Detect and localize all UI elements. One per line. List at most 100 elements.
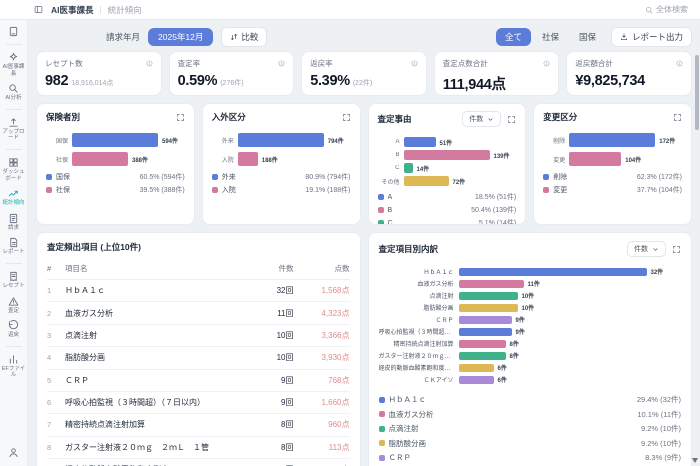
global-search[interactable]: 全体検索 [645,4,688,15]
unit-selector-value: 件数 [469,114,483,124]
bar [238,152,258,166]
legend-row[interactable]: ＨｂＡ１ｃ29.4% (32件) [379,394,682,405]
unit-selector[interactable]: 件数 [462,111,501,127]
table-row[interactable]: 7精密持続点滴注射加算8回960点 [47,414,350,436]
app-logo-icon[interactable] [8,26,19,37]
legend-row[interactable]: 脂肪酸分画9.2% (10件) [379,438,682,449]
legend-swatch [379,426,385,432]
dashboard-icon [8,157,19,168]
tab-国保[interactable]: 国保 [570,28,605,46]
user-account-icon[interactable] [8,447,19,458]
item-count: 9回 [250,369,294,391]
tab-全て[interactable]: 全て [496,28,531,46]
sparkle-icon [8,52,19,63]
month-select-button[interactable]: 2025年12月 [148,28,213,46]
legend-row[interactable]: A18.5% (51件) [378,192,517,202]
table-row[interactable]: 1ＨｂＡ１ｃ32回1,568点 [47,280,350,302]
table-row[interactable]: 2血液ガス分析11回4,323点 [47,302,350,324]
kpi-value: 5.39% [310,73,350,89]
unit-selector[interactable]: 件数 [627,241,666,257]
table-header-row: #項目名件数点数 [47,260,350,280]
legend-value: 19.1% (188件) [301,185,350,195]
expand-icon [673,113,682,122]
kpi-card-1: 査定率0.59%(276件) [169,51,295,96]
sidebar-toggle-icon[interactable] [34,5,43,14]
filter-bar: 請求年月 2025年12月 比較 全て社保国保 レポート出力 [36,25,692,49]
chart-card-3: 変更区分削除172件変更104件削除62.3% (172件)変更37.7% (1… [533,103,692,225]
legend-label: ＨｂＡ１ｃ [389,394,427,405]
sidebar-item-stats-trend[interactable]: 統計傾向 [0,185,27,210]
legend-label: ＣＲＰ [389,452,412,463]
chart-title: 査定事由 [378,113,412,125]
legend-row[interactable]: 国保60.5% (594件) [46,172,185,182]
item-name: 脂肪酸分画 [65,347,250,369]
search-icon [645,6,653,14]
sidebar-item-ai-analysis[interactable]: AI分析 [0,80,27,105]
table-row[interactable]: 9経皮的動脈血酸素飽和度測定6回1,925点 [47,459,350,466]
legend-row[interactable]: 社保39.5% (388件) [46,185,185,195]
sidebar-item-ai-assistant[interactable]: AI医事課長 [0,49,27,80]
sidebar-item-receipt[interactable]: レセプト [0,268,27,293]
legend-swatch [212,174,218,180]
chart-title: 査定項目別内訳 [379,243,439,255]
bar-row: 点滴注射10件 [379,290,682,301]
legend-row[interactable]: 削除62.3% (172件) [543,172,682,182]
kpi-value: 111,944点 [443,73,506,94]
bar-axis-label: ＣＫアイソ [379,375,459,384]
sidebar-item-upload[interactable]: アップロード [0,114,27,145]
chart-row: 保険者別国保594件社保388件国保60.5% (594件)社保39.5% (3… [36,103,692,225]
row-rank: 7 [47,414,65,436]
report-export-button[interactable]: レポート出力 [611,27,692,47]
bar-row: 社保388件 [46,152,185,166]
bar-axis-label: 呼吸心拍監視（３時間超）（７日以内） [379,327,459,336]
sidebar-item-billing[interactable]: 請求 [0,210,27,235]
bar [72,133,158,147]
receipt-icon [8,271,19,282]
legend-row[interactable]: ＣＲＰ8.3% (9件) [379,452,682,463]
sidebar-item-dashboard[interactable]: ダッシュボード [0,154,27,185]
info-icon[interactable] [543,60,550,67]
legend-swatch [379,455,385,461]
compare-button[interactable]: 比較 [221,27,267,47]
legend-row[interactable]: 点滴注射9.2% (10件) [379,423,682,434]
report-icon [8,237,19,248]
table-row[interactable]: 3点滴注射10回3,366点 [47,324,350,346]
scrollbar-thumb[interactable] [695,55,699,130]
tab-社保[interactable]: 社保 [533,28,568,46]
scrollbar-down-arrow[interactable] [692,458,698,463]
table-body: 1ＨｂＡ１ｃ32回1,568点2血液ガス分析11回4,323点3点滴注射10回3… [47,280,350,466]
kpi-header: 返戻額合計 [575,58,683,69]
info-icon[interactable] [278,60,285,67]
expand-icon [342,113,351,122]
chart-title: 入外区分 [212,111,246,123]
legend-row[interactable]: 変更37.7% (104件) [543,185,682,195]
card-header: 査定事由 件数 [378,111,517,127]
bar-axis-label: 入院 [212,155,238,164]
legend-row[interactable]: 外来80.9% (794件) [212,172,351,182]
sidebar-item-ef-file[interactable]: EFファイル [0,351,27,382]
legend-row[interactable]: B50.4% (139件) [378,205,517,215]
legend-row[interactable]: C5.1% (14件) [378,218,517,225]
file-chart-icon [8,354,19,365]
table-row[interactable]: 5ＣＲＰ9回768点 [47,369,350,391]
table-row[interactable]: 4脂肪酸分画10回3,930点 [47,347,350,369]
info-icon[interactable] [676,60,683,67]
bar-row: その他72件 [378,176,517,186]
kpi-header: 査定点数合計 [443,58,551,69]
table-row[interactable]: 6呼吸心拍監視（３時間超）（７日以内）9回1,660点 [47,391,350,413]
sidebar-item-return[interactable]: 返戻 [0,317,27,342]
legend-row[interactable]: 血液ガス分析10.1% (11件) [379,409,682,420]
row-rank: 3 [47,324,65,346]
info-icon[interactable] [146,60,153,67]
legend-label: 血液ガス分析 [389,409,434,420]
sidebar-divider [6,44,22,45]
breakdown-legend: ＨｂＡ１ｃ29.4% (32件) 血液ガス分析10.1% (11件) 点滴注射9.2… [379,394,682,466]
table-row[interactable]: 8ガスター注射液２０ｍｇ ２ｍＬ １管8回113点 [47,436,350,458]
info-icon[interactable] [411,60,418,67]
bar [569,152,621,166]
sidebar-item-report[interactable]: レポート [0,234,27,259]
sidebar-item-assessment[interactable]: 査定 [0,293,27,318]
bar-row: ＣＫアイソ6件 [379,374,682,385]
legend-row[interactable]: 入院19.1% (188件) [212,185,351,195]
expand-icon [672,245,681,254]
